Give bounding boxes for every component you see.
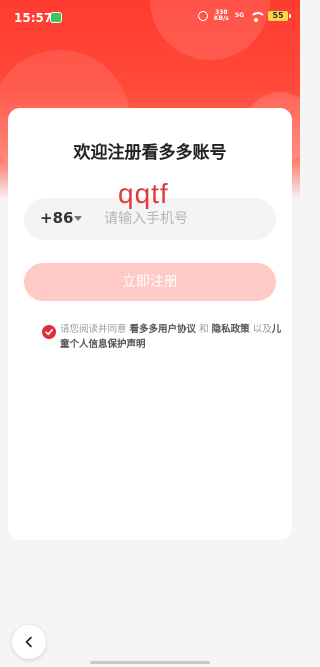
back-button[interactable] [12, 625, 46, 659]
agreement-row: 请您阅读并同意 看多多用户协议 和 隐私政策 以及儿童个人信息保护声明 [42, 322, 282, 352]
page-title: 欢迎注册看多多账号 [73, 143, 227, 163]
status-time: 15:57 [14, 11, 53, 25]
agreement-text: 请您阅读并同意 看多多用户协议 和 隐私政策 以及儿童个人信息保护声明 [60, 322, 282, 352]
alarm-icon [197, 11, 208, 21]
watermark: qqtf [118, 178, 169, 209]
battery-icon: 55 [268, 11, 291, 21]
register-card: 欢迎注册看多多账号 +86 qqtf 立即注册 请您阅读并同意 看多多用户协议 … [8, 108, 292, 540]
wechat-icon [50, 12, 62, 23]
register-button[interactable]: 立即注册 [24, 263, 276, 301]
agreement-prefix: 请您阅读并同意 [60, 324, 130, 335]
sim-label: 5G [234, 12, 244, 19]
agreement-checkbox[interactable] [42, 325, 56, 339]
country-caret-icon[interactable] [74, 216, 82, 221]
net-speed: 338 KB/s [214, 10, 229, 22]
back-arrow-icon [25, 636, 32, 648]
net-speed-unit: KB/s [213, 15, 229, 22]
home-indicator[interactable] [90, 661, 210, 664]
country-code-selector[interactable]: +86 [40, 209, 73, 227]
user-agreement-link[interactable]: 看多多用户协议 [130, 324, 197, 335]
agreement-and: 和 [196, 324, 212, 335]
wifi-icon [250, 11, 266, 22]
status-bar: 15:57 338 KB/s 5G 55 [0, 0, 300, 36]
check-icon [45, 329, 53, 336]
status-icons: 338 KB/s 5G 55 [197, 10, 291, 22]
privacy-policy-link[interactable]: 隐私政策 [212, 324, 250, 335]
agreement-and2: 以及 [249, 324, 272, 335]
